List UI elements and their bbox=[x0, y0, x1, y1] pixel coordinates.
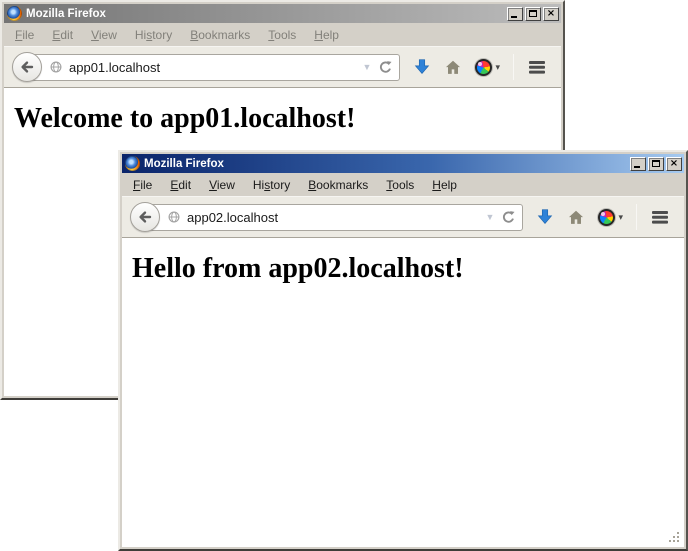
home-button[interactable] bbox=[567, 209, 585, 226]
menu-view[interactable]: View bbox=[203, 176, 241, 194]
reload-icon bbox=[378, 60, 393, 75]
home-icon bbox=[567, 209, 585, 226]
menu-edit[interactable]: Edit bbox=[46, 26, 79, 44]
reload-button[interactable] bbox=[501, 210, 516, 225]
maximize-button[interactable] bbox=[525, 7, 541, 21]
maximize-icon bbox=[652, 160, 660, 167]
minimize-icon bbox=[511, 16, 517, 18]
maximize-button[interactable] bbox=[648, 157, 664, 171]
page-heading: Welcome to app01.localhost! bbox=[14, 103, 561, 135]
menu-tools[interactable]: Tools bbox=[380, 176, 420, 194]
url-dropdown-icon[interactable]: ▼ bbox=[486, 212, 495, 222]
download-arrow-icon bbox=[413, 58, 431, 76]
minimize-icon bbox=[634, 166, 640, 168]
pinwheel-extension-icon bbox=[475, 59, 492, 76]
url-bar[interactable]: app01.localhost ▼ bbox=[26, 54, 400, 81]
resize-grip[interactable] bbox=[667, 530, 681, 544]
window-title: Mozilla Firefox bbox=[144, 158, 630, 170]
url-dropdown-icon[interactable]: ▼ bbox=[363, 62, 372, 72]
hamburger-menu-button[interactable] bbox=[527, 59, 547, 75]
back-button[interactable] bbox=[12, 52, 42, 82]
desktop: Mozilla Firefox × File Edit View History… bbox=[0, 0, 688, 551]
extension-button[interactable]: ▾ bbox=[598, 209, 623, 226]
globe-icon bbox=[167, 210, 181, 224]
menu-bar: File Edit View History Bookmarks Tools H… bbox=[122, 173, 684, 196]
extension-button[interactable]: ▾ bbox=[475, 59, 500, 76]
chevron-down-icon: ▾ bbox=[495, 62, 500, 73]
reload-button[interactable] bbox=[378, 60, 393, 75]
menu-file[interactable]: File bbox=[127, 176, 158, 194]
home-icon bbox=[444, 59, 462, 76]
page-content-app02: Hello from app02.localhost! bbox=[122, 238, 684, 547]
toolbar-separator bbox=[636, 204, 637, 230]
menu-bookmarks[interactable]: Bookmarks bbox=[184, 26, 256, 44]
browser-window-app02: Mozilla Firefox × File Edit View History… bbox=[118, 150, 688, 551]
downloads-button[interactable] bbox=[413, 58, 431, 76]
download-arrow-icon bbox=[536, 208, 554, 226]
hamburger-menu-button[interactable] bbox=[650, 209, 670, 225]
back-arrow-icon bbox=[19, 59, 35, 75]
url-input[interactable]: app02.localhost bbox=[187, 210, 486, 225]
firefox-app-icon bbox=[7, 6, 22, 21]
pinwheel-extension-icon bbox=[598, 209, 615, 226]
menu-view[interactable]: View bbox=[85, 26, 123, 44]
titlebar[interactable]: Mozilla Firefox × bbox=[4, 4, 561, 23]
globe-icon bbox=[49, 60, 63, 74]
window-title: Mozilla Firefox bbox=[26, 8, 507, 20]
close-button[interactable]: × bbox=[543, 7, 559, 21]
home-button[interactable] bbox=[444, 59, 462, 76]
url-input[interactable]: app01.localhost bbox=[69, 60, 363, 75]
menu-history[interactable]: History bbox=[247, 176, 296, 194]
menu-help[interactable]: Help bbox=[426, 176, 463, 194]
navigation-toolbar: app02.localhost ▼ bbox=[122, 196, 684, 238]
downloads-button[interactable] bbox=[536, 208, 554, 226]
menu-help[interactable]: Help bbox=[308, 26, 345, 44]
chevron-down-icon: ▾ bbox=[618, 212, 623, 223]
minimize-button[interactable] bbox=[630, 157, 646, 171]
page-heading: Hello from app02.localhost! bbox=[132, 253, 684, 285]
menu-file[interactable]: File bbox=[9, 26, 40, 44]
toolbar-separator bbox=[513, 54, 514, 80]
url-bar[interactable]: app02.localhost ▼ bbox=[144, 204, 523, 231]
back-arrow-icon bbox=[137, 209, 153, 225]
reload-icon bbox=[501, 210, 516, 225]
navigation-toolbar: app01.localhost ▼ bbox=[4, 46, 561, 88]
maximize-icon bbox=[529, 10, 537, 17]
menu-history[interactable]: History bbox=[129, 26, 178, 44]
titlebar[interactable]: Mozilla Firefox × bbox=[122, 154, 684, 173]
menu-tools[interactable]: Tools bbox=[262, 26, 302, 44]
menu-bar: File Edit View History Bookmarks Tools H… bbox=[4, 23, 561, 46]
close-button[interactable]: × bbox=[666, 157, 682, 171]
close-icon: × bbox=[547, 9, 555, 19]
close-icon: × bbox=[670, 159, 678, 169]
hamburger-icon bbox=[650, 209, 670, 225]
menu-edit[interactable]: Edit bbox=[164, 176, 197, 194]
back-button[interactable] bbox=[130, 202, 160, 232]
minimize-button[interactable] bbox=[507, 7, 523, 21]
menu-bookmarks[interactable]: Bookmarks bbox=[302, 176, 374, 194]
firefox-app-icon bbox=[125, 156, 140, 171]
hamburger-icon bbox=[527, 59, 547, 75]
